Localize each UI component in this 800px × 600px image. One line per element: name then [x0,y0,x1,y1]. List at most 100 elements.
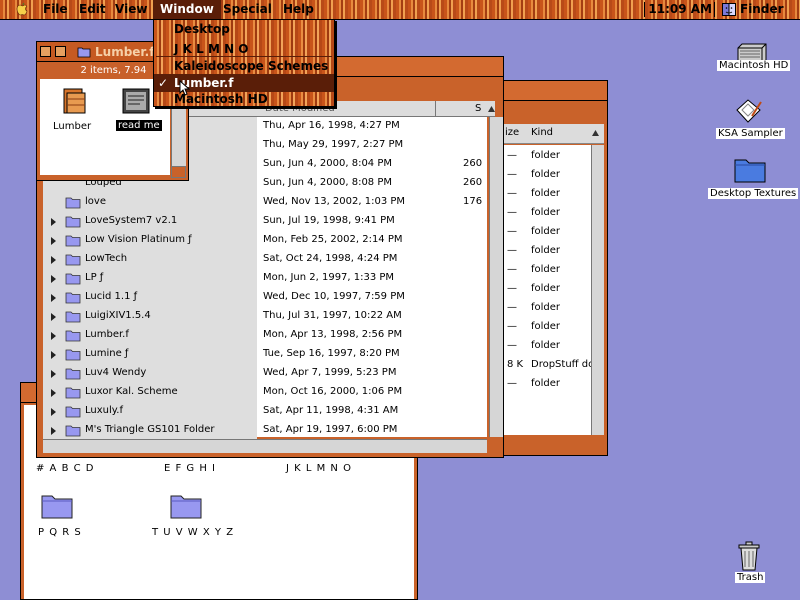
lumber-app-icon[interactable] [58,85,90,117]
table-row[interactable]: — folder [503,280,603,299]
folder-label[interactable]: T U V W X Y Z [152,527,234,538]
disclosure-triangle-icon[interactable] [51,427,56,435]
folder-icon[interactable] [65,347,81,361]
sampler-app-icon[interactable] [734,96,764,126]
table-row[interactable]: — folder [503,337,603,356]
size-column-header[interactable]: S [475,103,481,114]
table-row[interactable]: — folder [503,204,603,223]
table-row[interactable]: — folder [503,299,603,318]
table-row[interactable]: LuigiXIV1.5.4 Thu, Jul 31, 1997, 10:22 AM [43,307,487,326]
kind-column-header[interactable]: Kind [531,127,553,138]
file-name[interactable]: LowTech [85,253,127,264]
disclosure-triangle-icon[interactable] [51,408,56,416]
table-row[interactable]: — folder [503,166,603,185]
vertical-scrollbar[interactable] [489,117,503,437]
disclosure-triangle-icon[interactable] [51,275,56,283]
table-row[interactable]: — folder [503,147,603,166]
apple-menu-icon[interactable] [14,2,30,18]
folder-icon[interactable] [65,423,81,437]
window-menu-item-kaleidoscope[interactable]: Kaleidoscope Schemes [154,57,334,75]
menu-view[interactable]: View [108,0,154,19]
table-row[interactable]: Lumine ƒ Tue, Sep 16, 1997, 8:20 PM [43,345,487,364]
folder-icon[interactable] [734,154,766,184]
trash-icon[interactable] [736,540,762,572]
table-row[interactable]: — folder [503,318,603,337]
table-row[interactable]: Low Vision Platinum ƒ Mon, Feb 25, 2002, … [43,231,487,250]
menubar-clock[interactable]: 11:09 AM [648,0,712,19]
folder-icon[interactable] [65,404,81,418]
window-menu-item-desktop[interactable]: Desktop [154,20,334,38]
table-row[interactable]: Lucid 1.1 ƒ Wed, Dec 10, 1997, 7:59 PM [43,288,487,307]
table-row[interactable]: — folder [503,375,603,394]
horizontal-scrollbar[interactable] [43,439,487,453]
table-row[interactable]: — folder [503,185,603,204]
disclosure-triangle-icon[interactable] [51,351,56,359]
folder-icon[interactable] [65,309,81,323]
folder-icon[interactable] [170,491,202,519]
folder-icon[interactable] [65,385,81,399]
vertical-scrollbar[interactable] [591,145,604,435]
table-row[interactable]: — folder [503,242,603,261]
disclosure-triangle-icon[interactable] [51,313,56,321]
desktop-icon-label[interactable]: Desktop Textures [708,188,799,199]
file-name[interactable]: Lumber.f [85,329,129,340]
table-row[interactable]: LP ƒ Mon, Jun 2, 1997, 1:33 PM [43,269,487,288]
folder-label[interactable]: # A B C D [36,463,94,474]
file-name[interactable]: Luv4 Wendy [85,367,146,378]
disclosure-triangle-icon[interactable] [51,389,56,397]
file-name[interactable]: LP ƒ [85,272,103,283]
desktop-icon-label[interactable]: KSA Sampler [716,128,785,139]
disclosure-triangle-icon[interactable] [51,332,56,340]
menu-file[interactable]: File [36,0,75,19]
table-row[interactable]: Lumber.f Mon, Apr 13, 1998, 2:56 PM [43,326,487,345]
size-column-header[interactable]: ize [505,127,519,138]
menu-special[interactable]: Special [216,0,279,19]
zoom-box-icon[interactable] [55,46,66,57]
table-row[interactable]: 8 K DropStuff do [503,356,603,375]
menu-help[interactable]: Help [276,0,321,19]
file-name[interactable]: love [85,196,106,207]
folder-label[interactable]: P Q R S [38,527,82,538]
folder-icon[interactable] [65,271,81,285]
table-row[interactable]: LoveSystem7 v2.1 Sun, Jul 19, 1998, 9:41 … [43,212,487,231]
window-menu-item-jklmno[interactable]: J K L M N O [154,40,334,58]
active-app-label[interactable]: Finder [740,0,784,19]
table-row[interactable]: — folder [503,261,603,280]
desktop-icon-label[interactable]: Trash [735,572,766,583]
folder-label[interactable]: J K L M N O [286,463,352,474]
folder-icon[interactable] [65,290,81,304]
desktop-icon-label[interactable]: Macintosh HD [717,60,791,71]
table-row[interactable]: — folder [503,223,603,242]
icon-label[interactable]: read me [116,120,162,131]
folder-icon[interactable] [65,366,81,380]
file-name[interactable]: Lucid 1.1 ƒ [85,291,137,302]
sort-direction-icon[interactable] [487,105,496,113]
sort-direction-icon[interactable] [591,129,600,137]
table-row[interactable]: love Wed, Nov 13, 2002, 1:03 PM 176 [43,193,487,212]
table-row[interactable]: Luxor Kal. Scheme Mon, Oct 16, 2000, 1:06… [43,383,487,402]
table-row[interactable]: Luv4 Wendy Wed, Apr 7, 1999, 5:23 PM [43,364,487,383]
menu-edit[interactable]: Edit [72,0,113,19]
file-name[interactable]: M's Triangle GS101 Folder [85,424,214,435]
table-row[interactable]: LowTech Sat, Oct 24, 1998, 4:24 PM [43,250,487,269]
file-name[interactable]: Luxuly.f [85,405,123,416]
column-header[interactable]: ize Kind [503,124,604,144]
icon-label[interactable]: Lumber [53,121,91,132]
disclosure-triangle-icon[interactable] [51,256,56,264]
folder-icon[interactable] [65,328,81,342]
folder-icon[interactable] [65,195,81,209]
folder-icon[interactable] [65,214,81,228]
folder-label[interactable]: E F G H I [164,463,216,474]
close-box-icon[interactable] [40,46,51,57]
table-row[interactable]: Luxuly.f Sat, Apr 11, 1998, 4:31 AM [43,402,487,421]
disclosure-triangle-icon[interactable] [51,237,56,245]
folder-icon[interactable] [65,252,81,266]
file-name[interactable]: Low Vision Platinum ƒ [85,234,192,245]
table-row[interactable]: M's Triangle GS101 Folder Sat, Apr 19, 19… [43,421,487,440]
document-icon[interactable] [120,85,152,117]
file-name[interactable]: LuigiXIV1.5.4 [85,310,151,321]
file-name[interactable]: Luxor Kal. Scheme [85,386,178,397]
file-name[interactable]: LoveSystem7 v2.1 [85,215,177,226]
file-name[interactable]: Lumine ƒ [85,348,128,359]
disclosure-triangle-icon[interactable] [51,294,56,302]
